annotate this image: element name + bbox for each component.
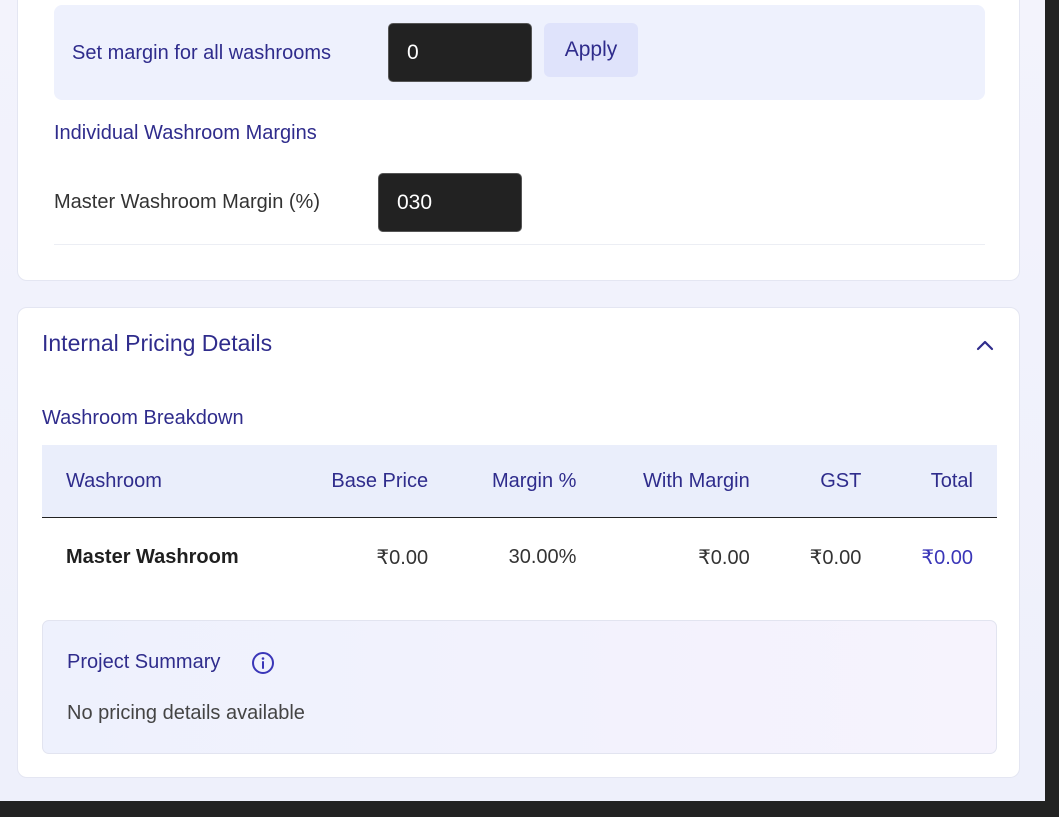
- page-background: Set margin for all washrooms Apply Indiv…: [0, 0, 1045, 801]
- cell-total: ₹0.00: [921, 546, 973, 569]
- global-margin-input[interactable]: [388, 23, 532, 82]
- column-header-with-margin: With Margin: [600, 445, 774, 518]
- apply-button[interactable]: Apply: [544, 23, 638, 77]
- master-washroom-margin-label: Master Washroom Margin (%): [54, 191, 320, 213]
- project-summary-panel: Project Summary No pricing details avail…: [42, 620, 997, 754]
- global-margin-label: Set margin for all washrooms: [72, 42, 331, 64]
- individual-margins-heading: Individual Washroom Margins: [54, 122, 317, 144]
- column-header-washroom: Washroom: [42, 445, 290, 518]
- table-row: Master Washroom ₹0.00 30.00% ₹0.00 ₹0.00…: [42, 518, 997, 597]
- column-header-base-price: Base Price: [290, 445, 453, 518]
- info-icon[interactable]: [251, 651, 275, 675]
- column-header-margin-percent: Margin %: [452, 445, 601, 518]
- cell-gst: ₹0.00: [809, 546, 862, 569]
- no-pricing-message: No pricing details available: [67, 702, 305, 724]
- master-washroom-margin-input[interactable]: [378, 173, 522, 232]
- cell-washroom: Master Washroom: [66, 545, 239, 568]
- washroom-breakdown-table: Washroom Base Price Margin % With Margin…: [42, 445, 997, 596]
- row-divider: [54, 244, 985, 245]
- project-summary-title: Project Summary: [67, 651, 221, 673]
- global-margin-panel: Set margin for all washrooms Apply: [54, 5, 985, 100]
- margin-settings-card: Set margin for all washrooms Apply Indiv…: [17, 0, 1020, 281]
- internal-pricing-title: Internal Pricing Details: [42, 330, 273, 356]
- column-header-gst: GST: [773, 445, 886, 518]
- cell-margin-percent: 30.00%: [508, 545, 577, 568]
- table-header-row: Washroom Base Price Margin % With Margin…: [42, 445, 997, 518]
- internal-pricing-card: Internal Pricing Details Washroom Breakd…: [17, 307, 1020, 778]
- cell-with-margin: ₹0.00: [698, 546, 750, 569]
- cell-base-price: ₹0.00: [376, 546, 429, 569]
- column-header-total: Total: [885, 445, 997, 518]
- washroom-breakdown-heading: Washroom Breakdown: [42, 407, 244, 429]
- chevron-up-icon[interactable]: [973, 334, 997, 358]
